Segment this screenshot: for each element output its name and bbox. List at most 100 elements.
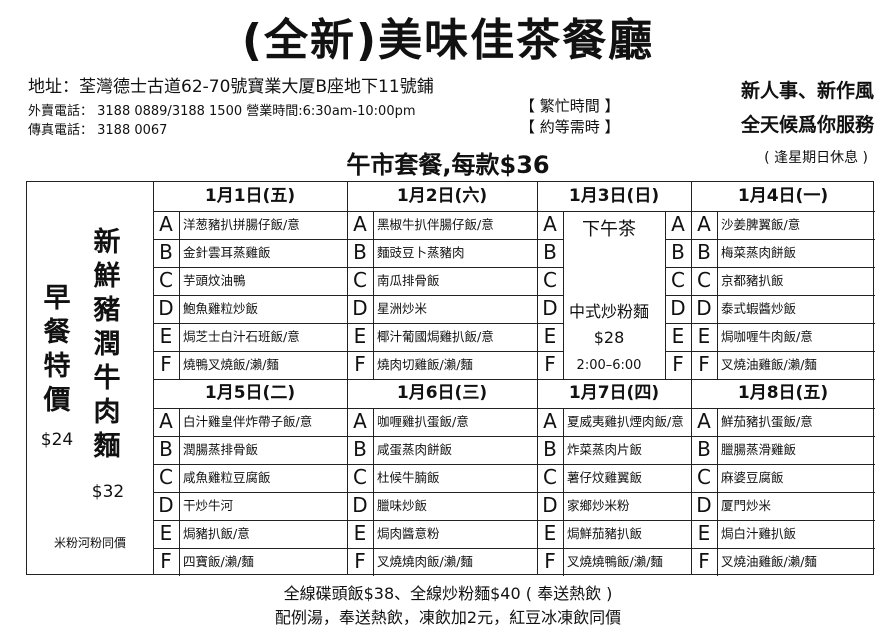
option-letter: B [353,437,367,461]
option-letter: E [697,521,711,545]
dish-name: 潤腸蒸排骨飯 [183,442,259,457]
option-letter: D [158,296,174,320]
option-letter: E [671,324,685,348]
dish-name: 焗芝士白汁石班飯/意 [183,329,300,344]
option-letter: E [159,324,173,348]
option-letter: D [542,493,558,517]
option-letter: E [353,521,367,545]
option-letter: E [353,324,367,348]
dish-name: 臘味炒飯 [377,498,428,513]
option-letter: B [697,437,711,461]
dish-name: 椰汁葡國焗雞扒飯/意 [377,329,494,344]
option-letter: F [672,352,684,376]
restaurant-title: (全新)美味佳茶餐廳 [241,15,655,66]
breakfast-title: 早餐特價 [43,283,71,416]
dish-name: 洋葱豬扒拼腸仔飯/意 [183,217,300,232]
busy-note-2: 【 約等需時 】 [520,118,620,136]
option-letter: B [697,240,711,264]
day-header: 1月6日(三) [396,383,488,403]
option-letter: A [697,212,711,236]
noodle-title: 新鮮豬潤牛肉麵 [93,227,121,462]
slogan-2: 全天候爲你服務 [740,114,874,136]
dish-name: 咖喱雞扒蛋飯/意 [377,414,469,429]
option-letter: C [697,465,711,489]
option-letter: C [697,268,711,292]
option-letter: C [159,268,173,292]
option-letter: A [671,212,685,236]
day-header: 1月2日(六) [396,186,488,206]
option-letter: A [159,212,173,236]
breakfast-price: $24 [40,430,74,450]
option-letter: F [544,549,556,573]
dish-name: 芋頭炆油鴨 [183,273,246,288]
dish-name: 夏威夷雞扒煙肉飯/意 [567,414,684,429]
dish-name: 南瓜排骨飯 [377,273,440,288]
dish-name: 焗鮮茄豬扒飯 [567,526,643,541]
dish-name: 焗咖喱牛肉飯/意 [721,329,813,344]
slogan-1: 新人事、新作風 [740,80,874,102]
option-letter: F [544,352,556,376]
option-letter: C [671,268,685,292]
option-letter: B [159,437,173,461]
grid-divider [153,379,875,380]
day-header: 1月1日(五) [204,186,296,206]
option-letter: C [159,465,173,489]
lunch-set-title: 午市套餐,每款$36 [346,151,550,179]
option-letter: C [353,465,367,489]
option-letter: F [160,352,172,376]
option-letter: E [159,521,173,545]
dish-name: 黑椒牛扒伴腸仔飯/意 [377,217,494,232]
dish-name: 梅菜蒸肉餅飯 [721,245,797,260]
option-letter: C [543,268,557,292]
option-letter: B [543,437,557,461]
dish-name: 咸魚雞粒豆腐飯 [183,470,271,485]
breakfast-note: 米粉河粉同價 [53,536,126,550]
dish-name: 焗肉醬意粉 [377,526,440,541]
day-header: 1月4日(一) [737,186,829,206]
option-letter: B [159,240,173,264]
dish-name: 叉燒燒肉飯/瀨/麵 [377,554,473,569]
option-letter: B [671,240,685,264]
dish-name: 星洲炒米 [377,301,428,316]
noodle-price: $32 [91,482,125,502]
option-letter: D [352,493,368,517]
option-letter: A [353,212,367,236]
option-letter: A [353,409,367,433]
option-letter: A [543,212,557,236]
dish-name: 薯仔炆雞翼飯 [567,470,643,485]
dish-name: 叉燒油雞飯/瀨/麵 [721,554,817,569]
dish-name: 叉燒油雞飯/瀨/麵 [721,357,817,372]
option-letter: D [670,296,686,320]
option-letter: A [159,409,173,433]
option-letter: A [543,409,557,433]
dish-name: 麵豉豆卜蒸豬肉 [377,245,465,260]
option-letter: D [696,493,712,517]
phone-hours: 外賣電話： 3188 0889/3188 1500 營業時間:6:30am-10… [28,104,416,119]
option-letter: D [696,296,712,320]
day-header: 1月3日(日) [568,186,660,206]
footer-line-2: 配例湯，奉送熱飲，凍飲加2元，紅豆冰凍飲同價 [274,608,622,627]
dish-name: 泰式蝦醬炒飯 [721,301,797,316]
option-letter: F [354,352,366,376]
dish-name: 叉燒燒鴨飯/瀨/麵 [567,554,663,569]
footer-line-1: 全線碟頭飯$38、全線炒粉麵$40 ( 奉送熱飲 ) [283,584,613,603]
option-letter: C [353,268,367,292]
dish-name: 杜候牛腩飯 [377,470,440,485]
dish-name: 臘腸蒸滑雞飯 [721,442,797,457]
option-letter: F [160,549,172,573]
busy-note-1: 【 繁忙時間 】 [520,97,620,115]
address: 地址：荃灣德士古道62-70號寶業大厦B座地下11號鋪 [28,77,434,97]
dish-name: 四寶飯/瀨/麵 [183,554,254,569]
option-letter: C [543,465,557,489]
grid-divider [563,211,564,379]
menu-grid: 早餐特價 $24 新鮮豬潤牛肉麵 $32 米粉河粉同價 下午茶 中式炒粉麵 $2… [26,181,875,576]
day-header: 1月5日(二) [204,383,296,403]
option-letter: F [698,549,710,573]
option-letter: F [354,549,366,573]
option-letter: B [353,240,367,264]
dish-name: 鮑魚雞粒炒飯 [183,301,259,316]
dish-name: 京都豬扒飯 [721,273,784,288]
dish-name: 燒鴨叉燒飯/瀨/麵 [183,357,279,372]
fax: 傳真電話： 3188 0067 [28,123,168,138]
option-letter: E [697,324,711,348]
